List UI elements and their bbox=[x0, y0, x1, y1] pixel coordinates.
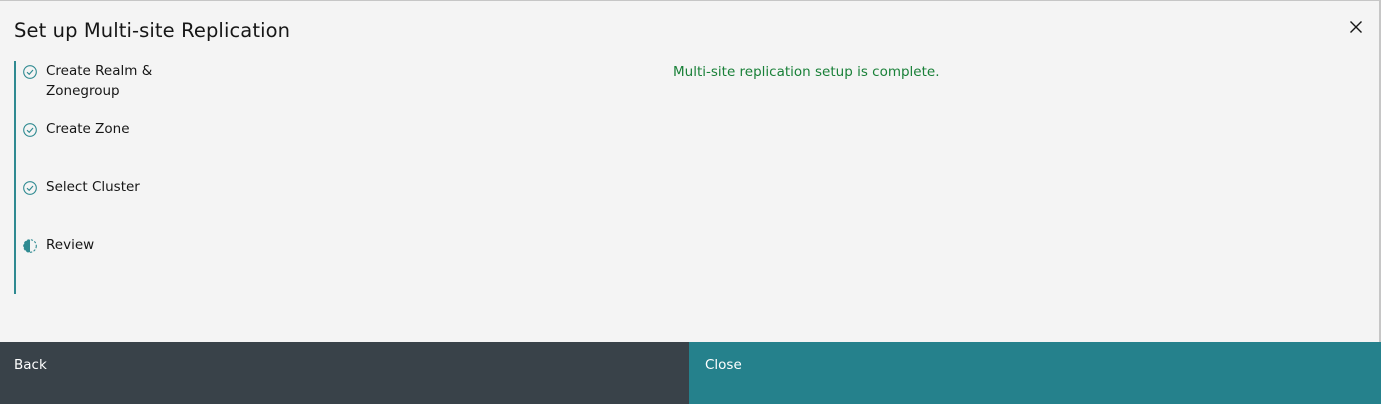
checkmark-outline-icon bbox=[23, 65, 37, 79]
progress-indicator: Create Realm & Zonegroup Create Zone Sel… bbox=[14, 61, 214, 294]
progress-line bbox=[14, 61, 16, 294]
step-create-zone[interactable]: Create Zone bbox=[22, 119, 186, 139]
checkmark-outline-icon bbox=[23, 123, 37, 137]
step-label: Create Zone bbox=[46, 121, 130, 137]
modal: Set up Multi-site Replication Create Rea… bbox=[0, 0, 1381, 404]
step-select-cluster[interactable]: Select Cluster bbox=[22, 177, 186, 197]
step-create-realm-zonegroup[interactable]: Create Realm & Zonegroup bbox=[22, 61, 186, 101]
step-label: Create Realm & Zonegroup bbox=[46, 63, 153, 99]
modal-title: Set up Multi-site Replication bbox=[14, 19, 291, 42]
step-label: Review bbox=[46, 237, 95, 253]
close-icon bbox=[1350, 21, 1362, 33]
step-label: Select Cluster bbox=[46, 179, 140, 195]
checkmark-outline-icon bbox=[23, 181, 37, 195]
close-modal-button[interactable] bbox=[1344, 15, 1368, 39]
success-message: Multi-site replication setup is complete… bbox=[673, 64, 940, 80]
step-review[interactable]: Review bbox=[22, 235, 186, 255]
close-button[interactable]: Close bbox=[689, 342, 1381, 404]
incomplete-icon bbox=[23, 239, 37, 253]
back-button[interactable]: Back bbox=[0, 342, 689, 404]
modal-footer: Back Close bbox=[0, 342, 1381, 404]
